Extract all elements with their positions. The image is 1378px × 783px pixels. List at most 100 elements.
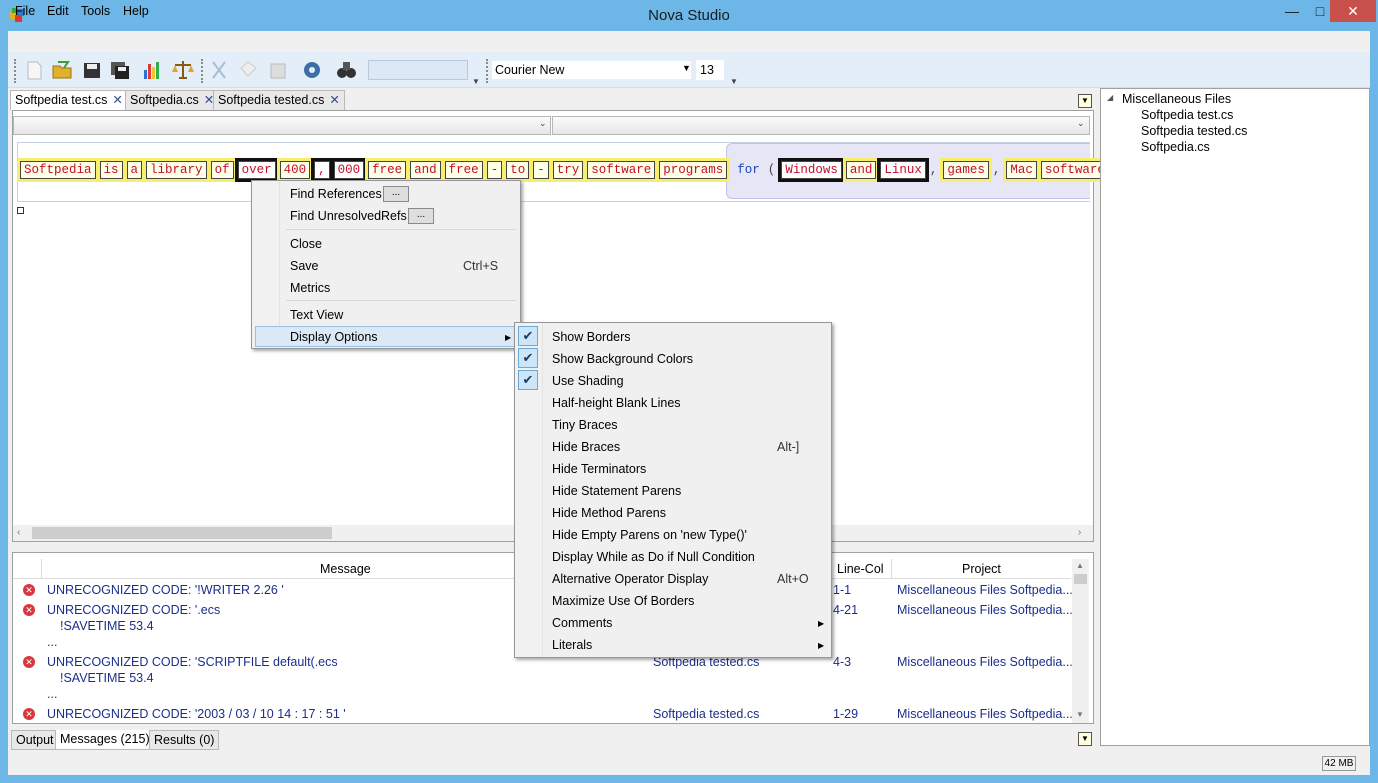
code-token[interactable]: over [237,161,276,179]
menu-metrics[interactable]: Metrics [290,281,330,295]
cut-icon[interactable] [207,58,233,82]
message-text[interactable]: UNRECOGNIZED CODE: 'SCRIPTFILE default(.… [47,655,338,669]
menu-save[interactable]: Save [290,259,319,273]
code-line[interactable]: Softpedia is a library of over 400, 000 free and f… [20,161,1113,183]
type-navigation-select[interactable] [13,116,551,135]
tab-output[interactable]: Output [11,730,59,750]
code-token[interactable]: Windows [781,161,842,179]
menu-edit[interactable]: Edit [47,2,69,20]
panel-dropdown-icon[interactable]: ▼ [1078,732,1092,746]
code-token[interactable]: Linux [880,161,926,179]
display-option-item[interactable]: Show Borders [552,330,631,344]
settings-gear-icon[interactable] [300,58,326,82]
code-token[interactable]: Softpedia [20,161,96,179]
menu-find-unresolved-refs[interactable]: Find UnresolvedRefs [290,209,407,223]
display-option-item[interactable]: Maximize Use Of Borders [552,594,694,608]
message-text[interactable]: UNRECOGNIZED CODE: '!WRITER 2.26 ' [47,583,284,597]
tab-messages[interactable]: Messages (215) [55,730,155,750]
menu-close[interactable]: Close [290,237,322,251]
code-token[interactable]: - [486,161,503,179]
tab-list-dropdown-icon[interactable]: ▼ [1078,94,1092,108]
separator-token[interactable]: , [993,163,1001,177]
menu-display-options[interactable]: Display Options [290,330,378,344]
save-icon[interactable] [80,58,106,82]
scroll-up-icon[interactable]: ▲ [1076,561,1084,570]
display-option-item[interactable]: Alternative Operator Display [552,572,708,586]
menu-text-view[interactable]: Text View [290,308,343,322]
toolbar-grip[interactable] [486,59,489,83]
toolbar-overflow-icon[interactable]: ▼ [730,77,738,86]
column-divider[interactable] [891,559,892,579]
code-token[interactable]: try [552,161,584,179]
collapse-arrow-icon[interactable]: ◢ [1107,93,1113,102]
tree-item-file[interactable]: Softpedia.cs [1141,140,1210,154]
code-token[interactable]: - [533,161,549,179]
toolbar-grip[interactable] [14,59,17,83]
tree-root[interactable]: Miscellaneous Files [1122,92,1231,106]
message-line-col[interactable]: 4-3 [833,655,851,669]
code-token[interactable]: software [1040,161,1109,179]
tab-softpedia[interactable]: Softpedia.cs ✕ [125,90,220,110]
new-file-icon[interactable] [22,58,48,82]
chart-icon[interactable] [140,58,166,82]
menu-file[interactable]: File [15,2,35,20]
open-folder-icon[interactable] [50,58,76,82]
tree-item-file[interactable]: Softpedia tested.cs [1141,124,1247,138]
separator-token[interactable]: , [930,163,938,177]
collapse-marker[interactable] [17,207,24,214]
member-navigation-select[interactable] [552,116,1090,135]
column-message[interactable]: Message [320,562,371,576]
code-token[interactable]: 000 [333,161,365,179]
code-token[interactable]: 400 [279,161,311,179]
code-token[interactable]: and [410,161,441,179]
display-option-item[interactable]: Hide Braces [552,440,620,454]
code-token[interactable]: free [368,161,407,179]
chevron-down-icon[interactable]: ▼ [682,63,691,73]
message-text[interactable]: UNRECOGNIZED CODE: '.ecs [47,603,220,617]
code-token[interactable]: Mac [1006,161,1037,179]
save-all-icon[interactable] [108,58,134,82]
message-project[interactable]: Miscellaneous Files Softpedia... [897,583,1073,597]
code-token[interactable]: is [99,161,123,179]
tab-softpedia-test[interactable]: Softpedia test.cs ✕ [10,90,128,110]
tab-softpedia-tested[interactable]: Softpedia tested.cs ✕ [213,90,345,110]
scroll-right-icon[interactable]: › [1078,527,1081,538]
message-line-col[interactable]: 4-21 [833,603,858,617]
balance-scale-icon[interactable] [171,58,197,82]
display-option-item[interactable]: Hide Method Parens [552,506,666,520]
display-option-item[interactable]: Display While as Do if Null Condition [552,550,755,564]
display-option-item[interactable]: Show Background Colors [552,352,693,366]
find-unresolved-options-button[interactable]: ... [408,208,434,224]
scroll-left-icon[interactable]: ‹ [17,527,20,538]
display-option-item[interactable]: Half-height Blank Lines [552,396,681,410]
search-input[interactable] [368,60,468,80]
tree-item-file[interactable]: Softpedia test.cs [1141,108,1233,122]
message-line-col[interactable]: 1-1 [833,583,851,597]
copy-icon[interactable] [236,58,262,82]
close-icon[interactable]: ✕ [329,91,339,110]
code-token[interactable]: free [444,161,483,179]
menu-help[interactable]: Help [123,2,149,20]
column-divider[interactable] [41,559,42,579]
code-token[interactable]: , [314,161,330,179]
code-token[interactable]: of [210,161,234,179]
code-token[interactable]: a [126,161,143,179]
code-token[interactable]: to [506,161,530,179]
message-project[interactable]: Miscellaneous Files Softpedia... [897,707,1073,721]
code-token[interactable]: and [845,161,877,179]
binoculars-icon[interactable] [334,58,360,82]
close-icon[interactable]: ✕ [112,91,122,110]
display-option-item[interactable]: Hide Statement Parens [552,484,681,498]
column-project[interactable]: Project [962,562,1001,576]
message-line-col[interactable]: 1-29 [833,707,858,721]
minimize-button[interactable]: — [1278,0,1306,22]
paste-icon[interactable] [266,58,292,82]
toolbar-overflow-icon[interactable]: ▼ [472,77,480,86]
code-token[interactable]: games [943,161,989,179]
message-text[interactable]: UNRECOGNIZED CODE: '2003 / 03 / 10 14 : … [47,707,346,721]
menu-tools[interactable]: Tools [81,2,110,20]
display-option-item[interactable]: Literals [552,638,592,652]
code-token[interactable]: programs [659,161,728,179]
message-file[interactable]: Softpedia tested.cs [653,707,759,721]
keyword-token[interactable]: for [737,163,760,177]
